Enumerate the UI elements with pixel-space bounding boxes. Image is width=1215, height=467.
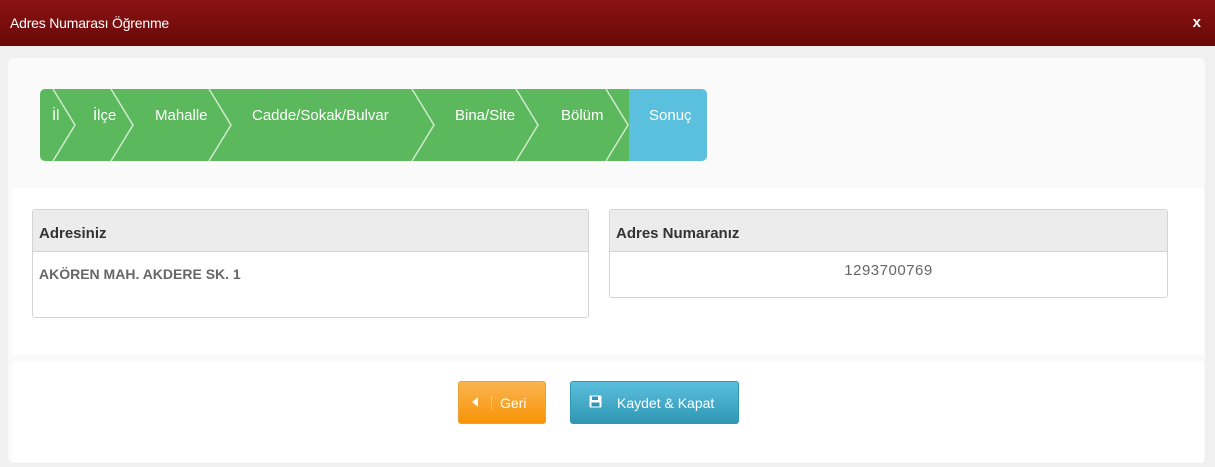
step-breadcrumb: İl İlçe Mahalle Cadde/Sokak/Bulvar Bina/… bbox=[40, 89, 707, 161]
floppy-disk-icon bbox=[579, 395, 611, 411]
address-header: Adresiniz bbox=[33, 210, 588, 252]
step-sonuc[interactable]: Sonuç bbox=[629, 89, 707, 161]
close-button[interactable]: x bbox=[1193, 14, 1201, 31]
step-ilce[interactable]: İlçe bbox=[76, 89, 134, 161]
step-label: Sonuç bbox=[649, 107, 692, 124]
chevron-separator-icon bbox=[208, 89, 232, 161]
address-number-box: Adres Numaranız 1293700769 bbox=[609, 209, 1168, 298]
step-cadde-sokak-bulvar[interactable]: Cadde/Sokak/Bulvar bbox=[232, 89, 435, 161]
chevron-separator-icon bbox=[110, 89, 134, 161]
chevron-separator-icon bbox=[605, 89, 629, 161]
back-button[interactable]: Geri bbox=[458, 381, 546, 424]
caret-left-icon bbox=[459, 395, 492, 410]
step-il[interactable]: İl bbox=[40, 89, 76, 161]
back-button-label: Geri bbox=[500, 394, 527, 411]
address-box: Adresiniz AKÖREN MAH. AKDERE SK. 1 bbox=[32, 209, 589, 318]
save-and-close-button[interactable]: Kaydet & Kapat bbox=[570, 381, 739, 424]
chevron-separator-icon bbox=[52, 89, 76, 161]
step-label: Cadde/Sokak/Bulvar bbox=[252, 107, 389, 124]
step-label: Mahalle bbox=[155, 107, 208, 124]
step-label: Bina/Site bbox=[455, 107, 516, 124]
address-number-header: Adres Numaranız bbox=[610, 210, 1167, 252]
step-mahalle[interactable]: Mahalle bbox=[134, 89, 232, 161]
dialog-titlebar: Adres Numarası Öğrenme x bbox=[0, 0, 1215, 46]
step-bolum[interactable]: Bölüm bbox=[539, 89, 629, 161]
save-button-label: Kaydet & Kapat bbox=[617, 394, 715, 411]
address-value: AKÖREN MAH. AKDERE SK. 1 bbox=[39, 266, 241, 282]
step-label: Bölüm bbox=[561, 107, 604, 124]
address-number-value: 1293700769 bbox=[844, 262, 933, 279]
chevron-separator-icon bbox=[411, 89, 435, 161]
dialog-title: Adres Numarası Öğrenme bbox=[10, 15, 169, 31]
step-bina-site[interactable]: Bina/Site bbox=[435, 89, 539, 161]
chevron-separator-icon bbox=[515, 89, 539, 161]
